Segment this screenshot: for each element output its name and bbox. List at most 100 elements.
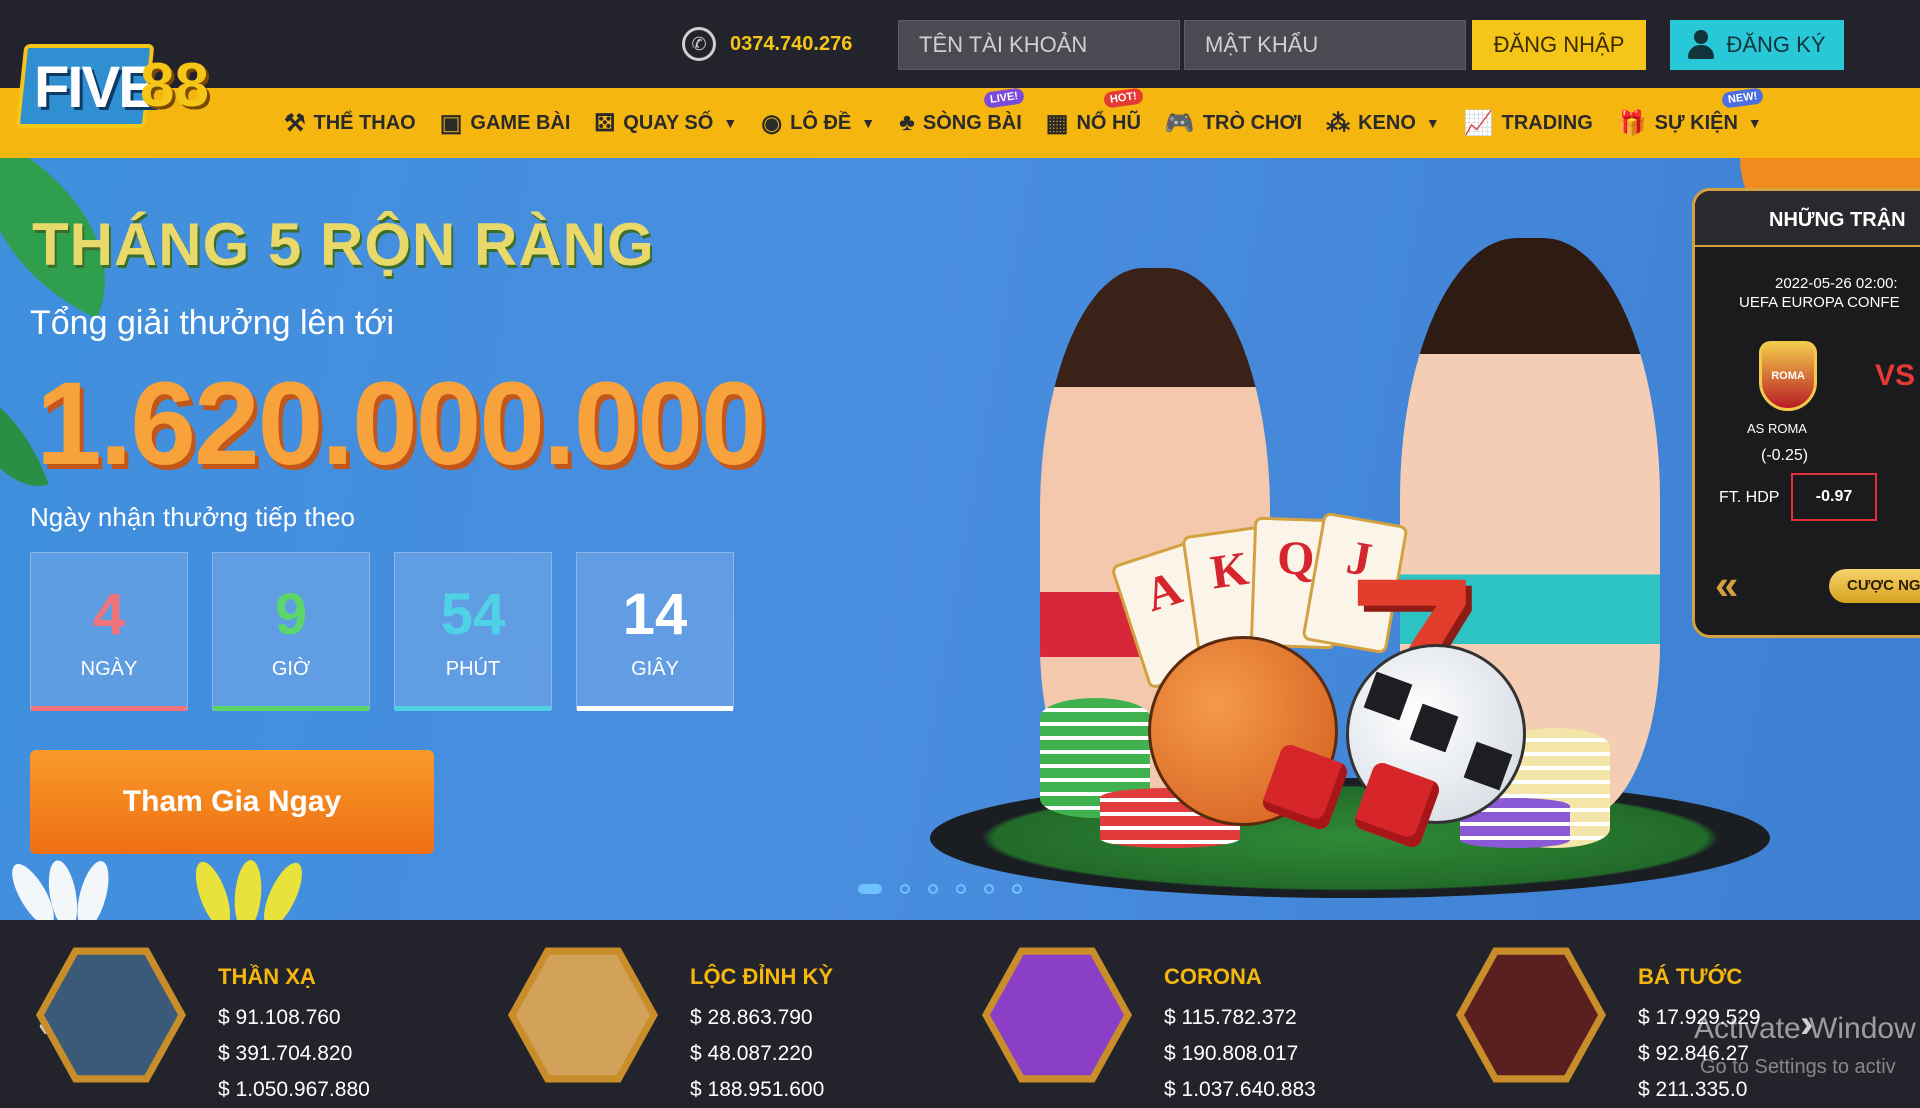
- jackpot-strip: ‹ THẦN XẠ $ 91.108.760 $ 391.704.820 $ 1…: [0, 920, 1920, 1108]
- jackpot-value: $ 190.808.017: [1164, 1042, 1299, 1065]
- slide-dot[interactable]: [900, 884, 910, 894]
- jackpot-value: $ 1.050.967.880: [218, 1078, 370, 1101]
- chevron-down-icon: ▼: [1747, 115, 1762, 131]
- main-nav: ⚒ THỂ THAO ▣ GAME BÀI ⚄ QUAY SỐ ▼ ◉ LÔ Đ…: [0, 87, 1920, 158]
- os-activation-watermark: Activate Window: [1694, 1012, 1916, 1045]
- nav-item-games[interactable]: 🎮 TRÒ CHƠI: [1153, 88, 1314, 158]
- game-thumbnail: [982, 947, 1132, 1083]
- nav-label: NỔ HŨ: [1076, 111, 1141, 134]
- hot-badge: HOT!: [1103, 87, 1144, 109]
- game-thumbnail: [508, 947, 658, 1083]
- slide-dot[interactable]: [928, 884, 938, 894]
- odds-button[interactable]: -0.97: [1791, 473, 1877, 521]
- countdown-value: 14: [622, 582, 688, 647]
- banner-pagination: [858, 884, 1022, 894]
- gamepad-icon: 🎮: [1164, 109, 1195, 137]
- nav-label: SỰ KIỆN: [1654, 111, 1738, 134]
- nav-label: KENO: [1358, 111, 1416, 134]
- countdown-hours: 9 GIỜ: [212, 552, 370, 711]
- jackpot-value: $ 211.335.0: [1638, 1078, 1748, 1101]
- flower-decoration: [0, 850, 360, 920]
- versus-label: VS: [1875, 359, 1916, 392]
- countdown-seconds: 14 GIÂY: [576, 552, 734, 711]
- register-button[interactable]: ĐĂNG KÝ: [1670, 20, 1844, 70]
- jackpot-game-name: LỘC ĐỈNH KỲ: [690, 964, 833, 989]
- jackpot-value: $ 91.108.760: [218, 1006, 341, 1029]
- countdown-unit: GIÂY: [631, 658, 679, 680]
- ft-hdp-label: FT. HDP: [1719, 489, 1780, 506]
- jackpot-value: $ 48.087.220: [690, 1042, 813, 1065]
- nav-item-trading[interactable]: 📈 TRADING: [1452, 88, 1605, 158]
- countdown-timer: 4 NGÀY 9 GIỜ 54 PHÚT 14 GIÂY: [30, 552, 734, 711]
- nav-label: LÔ ĐỀ: [790, 111, 852, 134]
- promo-prize-amount: 1.620.000.000: [36, 358, 767, 490]
- nav-label: QUAY SỐ: [623, 111, 714, 134]
- next-payout-label: Ngày nhận thưởng tiếp theo: [30, 502, 356, 532]
- promo-title: THÁNG 5 RỘN RÀNG: [32, 211, 655, 278]
- nav-item-card-games[interactable]: ▣ GAME BÀI: [428, 88, 583, 158]
- countdown-underline: [577, 706, 733, 711]
- hotline-number: 0374.740.276: [730, 32, 853, 55]
- jackpot-value: $ 188.951.600: [690, 1078, 825, 1101]
- login-button[interactable]: ĐĂNG NHẬP: [1472, 20, 1646, 70]
- countdown-minutes: 54 PHÚT: [394, 552, 552, 711]
- hero-banner[interactable]: THÁNG 5 RỘN RÀNG Tổng giải thưởng lên tớ…: [0, 158, 1920, 920]
- nav-label: TRADING: [1501, 111, 1593, 134]
- home-team-name: AS ROMA: [1747, 421, 1807, 436]
- join-now-button[interactable]: Tham Gia Ngay: [30, 750, 434, 854]
- chevron-down-icon: ▼: [1425, 115, 1440, 131]
- jackpot-value: $ 391.704.820: [218, 1042, 353, 1065]
- countdown-unit: NGÀY: [80, 658, 138, 680]
- password-input[interactable]: [1184, 20, 1466, 70]
- jackpot-game-name: CORONA: [1164, 964, 1262, 989]
- os-activation-watermark-sub: Go to Settings to activ: [1700, 1056, 1896, 1078]
- slide-dot[interactable]: [984, 884, 994, 894]
- promo-subtitle: Tổng giải thưởng lên tới: [30, 304, 395, 342]
- countdown-value: 4: [92, 582, 126, 647]
- phone-icon: ✆: [682, 27, 716, 61]
- top-bar: ✆ 0374.740.276 ĐĂNG NHẬP ĐĂNG KÝ: [0, 0, 1920, 88]
- slide-dot-active[interactable]: [858, 884, 882, 894]
- chevron-left-double-icon[interactable]: «: [1715, 561, 1738, 609]
- lotto-icon: ◉: [761, 109, 783, 137]
- lottery-draw-icon: ⚄: [594, 109, 616, 137]
- nav-item-lotto[interactable]: ◉ LÔ ĐỀ ▼: [749, 88, 887, 158]
- jackpot-value: $ 115.782.372: [1164, 1006, 1297, 1029]
- jackpot-card[interactable]: CORONA $ 115.782.372 $ 190.808.017 $ 1.0…: [982, 940, 1422, 1101]
- new-badge: NEW!: [1721, 87, 1765, 109]
- hotline[interactable]: ✆ 0374.740.276: [682, 26, 852, 62]
- countdown-underline: [395, 706, 551, 711]
- jackpot-value: $ 28.863.790: [690, 1006, 813, 1029]
- nav-item-casino[interactable]: LIVE! ♣ SÒNG BÀI: [887, 87, 1034, 158]
- match-league: UEFA EUROPA CONFE: [1739, 294, 1900, 311]
- match-widget-title: NHỮNG TRẬN: [1695, 191, 1920, 247]
- five88-logo[interactable]: FIVE 88: [15, 38, 210, 138]
- game-thumbnail: [36, 947, 186, 1083]
- user-icon: [1688, 30, 1715, 60]
- logo-text-five: FIVE: [34, 55, 157, 120]
- username-input[interactable]: [898, 20, 1180, 70]
- nav-item-slots[interactable]: HOT! ▦ NỔ HŨ: [1034, 87, 1153, 158]
- bet-now-button[interactable]: CƯỢC NG: [1829, 569, 1920, 603]
- trading-chart-icon: 📈: [1463, 109, 1494, 137]
- slots-icon: ▦: [1045, 109, 1069, 137]
- keno-icon: ⁂: [1326, 109, 1351, 137]
- jackpot-card[interactable]: THẦN XẠ $ 91.108.760 $ 391.704.820 $ 1.0…: [36, 940, 476, 1101]
- nav-label: GAME BÀI: [470, 111, 571, 134]
- live-badge: LIVE!: [982, 87, 1025, 109]
- slide-dot[interactable]: [1012, 884, 1022, 894]
- match-datetime: 2022-05-26 02:00:: [1775, 275, 1898, 292]
- slide-dot[interactable]: [956, 884, 966, 894]
- nav-item-lottery-draw[interactable]: ⚄ QUAY SỐ ▼: [582, 88, 749, 158]
- register-label: ĐĂNG KÝ: [1726, 32, 1826, 57]
- nav-label: THỂ THAO: [313, 111, 416, 134]
- countdown-unit: PHÚT: [445, 658, 501, 680]
- logo-text-88: 88: [140, 51, 209, 120]
- jackpot-card[interactable]: LỘC ĐỈNH KỲ $ 28.863.790 $ 48.087.220 $ …: [508, 940, 948, 1101]
- nav-item-sports[interactable]: ⚒ THỂ THAO: [272, 88, 428, 158]
- nav-item-keno[interactable]: ⁂ KENO ▼: [1314, 88, 1452, 158]
- jackpot-game-name: BÁ TƯỚC: [1638, 964, 1743, 989]
- nav-item-events[interactable]: NEW! 🎁 SỰ KIỆN ▼: [1605, 87, 1774, 158]
- countdown-value: 54: [440, 582, 506, 647]
- gift-icon: 🎁: [1616, 109, 1647, 137]
